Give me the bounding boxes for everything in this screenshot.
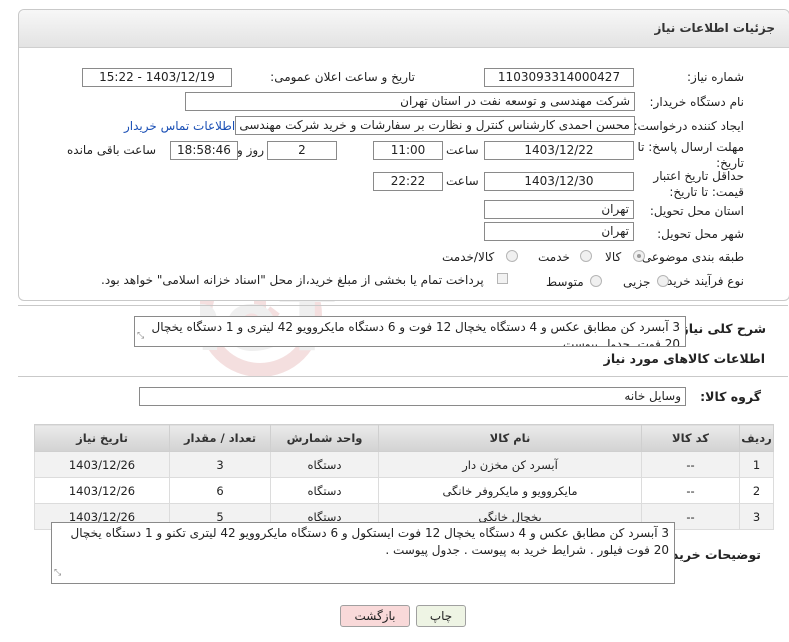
province-field[interactable]: تهران: [484, 200, 634, 219]
radio-goods-service[interactable]: [506, 250, 518, 262]
radio-minor[interactable]: [657, 275, 669, 287]
cell-code: --: [641, 451, 740, 478]
announce-field[interactable]: 1403/12/19 - 15:22: [82, 68, 232, 87]
items-table: ردیف کد کالا نام کالا واحد شمارش تعداد /…: [34, 424, 774, 530]
deadline-date-field[interactable]: 1403/12/22: [484, 141, 634, 160]
panel-title: جزئیات اطلاعات نیاز: [654, 21, 775, 35]
cell-name: مایکروویو و مایکروفر خانگی: [378, 477, 642, 504]
treasury-note: پرداخت تمام یا بخشی از مبلغ خرید،از محل …: [101, 273, 484, 287]
process-label: نوع فرآیند خرید :: [659, 274, 744, 288]
cell-unit: دستگاه: [270, 477, 379, 504]
col-unit-header: واحد شمارش: [270, 424, 379, 452]
announce-label: تاریخ و ساعت اعلان عمومی:: [270, 70, 415, 84]
validity-time-field[interactable]: 22:22: [373, 172, 443, 191]
deadline-time-field[interactable]: 11:00: [373, 141, 443, 160]
province-label: استان محل تحویل:: [649, 204, 744, 218]
col-code-header: کد کالا: [641, 424, 740, 452]
table-row[interactable]: 2 -- مایکروویو و مایکروفر خانگی دستگاه 6…: [34, 477, 774, 504]
remaining-label: ساعت باقی مانده: [67, 143, 157, 157]
goods-group-label: گروه کالا:: [700, 389, 761, 404]
days-field[interactable]: 2: [267, 141, 337, 160]
validity-time-label: ساعت: [446, 174, 479, 188]
remaining-time-field[interactable]: 18:58:46: [170, 141, 238, 160]
requester-field[interactable]: محسن احمدی کارشناس کنترل و نظارت بر سفار…: [235, 116, 635, 135]
goods-group-field[interactable]: وسایل خانه: [139, 387, 686, 406]
requester-label: ایجاد کننده درخواست:: [633, 119, 744, 133]
table-header-row: ردیف کد کالا نام کالا واحد شمارش تعداد /…: [34, 424, 774, 452]
need-number-label: شماره نیاز:: [687, 70, 744, 84]
divider: [18, 305, 788, 306]
col-qty-header: تعداد / مقدار: [169, 424, 271, 452]
validity-label: حداقل تاریخ اعتبار قیمت: تا تاریخ:: [653, 169, 744, 199]
deadline-time-label: ساعت: [446, 143, 479, 157]
cell-date: 1403/12/26: [34, 451, 170, 478]
cell-name: آبسرد کن مخزن دار: [378, 451, 642, 478]
treasury-checkbox[interactable]: [497, 273, 508, 284]
goods-info-title: اطلاعات کالاهای مورد نیاز: [603, 351, 765, 366]
radio-service[interactable]: [580, 250, 592, 262]
radio-medium-label: متوسط: [546, 275, 584, 289]
description-label: شرح کلی نیاز:: [676, 321, 766, 336]
col-row-header: ردیف: [739, 424, 774, 452]
radio-goods-service-label: کالا/خدمت: [442, 250, 495, 264]
city-label: شهر محل تحویل:: [657, 227, 744, 241]
buyer-contact-link[interactable]: اطلاعات تماس خریدار: [124, 119, 235, 133]
col-date-header: تاریخ نیاز: [34, 424, 170, 452]
cell-qty: 6: [169, 477, 271, 504]
cell-row: 2: [739, 477, 774, 504]
buyer-notes-textarea[interactable]: 3 آبسرد کن مطابق عکس و 4 دستگاه یخچال 12…: [51, 522, 675, 584]
cell-row: 3: [739, 503, 774, 530]
radio-goods-label: کالا: [605, 250, 622, 264]
cell-row: 1: [739, 451, 774, 478]
buyer-org-field[interactable]: شرکت مهندسی و توسعه نفت در استان تهران: [185, 92, 635, 111]
table-row[interactable]: 1 -- آبسرد کن مخزن دار دستگاه 3 1403/12/…: [34, 451, 774, 478]
description-text: 3 آبسرد کن مطابق عکس و 4 دستگاه یخچال 12…: [151, 320, 680, 347]
col-name-header: نام کالا: [378, 424, 642, 452]
radio-medium[interactable]: [590, 275, 602, 287]
cell-qty: 3: [169, 451, 271, 478]
radio-minor-label: جزیی: [623, 275, 651, 289]
deadline-label: مهلت ارسال پاسخ: تا تاریخ:: [637, 140, 744, 170]
cell-code: --: [641, 477, 740, 504]
back-button[interactable]: بازگشت: [340, 605, 410, 627]
cell-unit: دستگاه: [270, 451, 379, 478]
radio-goods[interactable]: [633, 250, 645, 262]
validity-date-field[interactable]: 1403/12/30: [484, 172, 634, 191]
resize-grip-icon[interactable]: ⤡: [54, 565, 61, 582]
cell-date: 1403/12/26: [34, 477, 170, 504]
description-textarea[interactable]: 3 آبسرد کن مطابق عکس و 4 دستگاه یخچال 12…: [134, 316, 686, 347]
resize-grip-icon[interactable]: ⤡: [137, 328, 144, 345]
print-button[interactable]: چاپ: [416, 605, 466, 627]
buyer-notes-text: 3 آبسرد کن مطابق عکس و 4 دستگاه یخچال 12…: [70, 526, 670, 557]
radio-service-label: خدمت: [538, 250, 570, 264]
panel-header: جزئیات اطلاعات نیاز: [19, 10, 789, 48]
category-label: طبقه بندی موضوعی:: [637, 250, 744, 264]
city-field[interactable]: تهران: [484, 222, 634, 241]
need-number-field[interactable]: 1103093314000427: [484, 68, 634, 87]
days-label: روز و: [237, 143, 264, 157]
buyer-org-label: نام دستگاه خریدار:: [649, 95, 745, 109]
divider: [18, 376, 788, 377]
